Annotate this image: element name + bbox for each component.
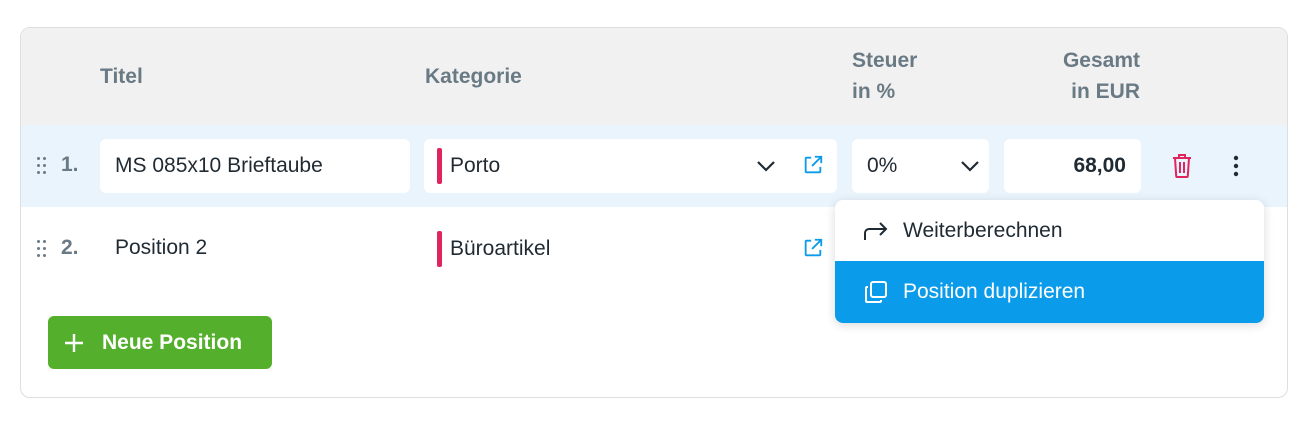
total-input[interactable]: 68,00 xyxy=(1004,139,1141,193)
menu-item-forward[interactable]: Weiterberechnen xyxy=(835,200,1264,262)
menu-item-label: Weiterberechnen xyxy=(903,219,1063,242)
row-index: 2. xyxy=(61,236,79,259)
category-select[interactable]: Porto xyxy=(424,139,837,193)
title-value: MS 085x10 Brieftaube xyxy=(115,154,323,177)
chevron-down-icon xyxy=(757,161,775,172)
column-header-title: Titel xyxy=(100,65,143,88)
trash-icon[interactable] xyxy=(1171,153,1193,179)
add-position-label: Neue Position xyxy=(102,330,243,354)
table-header: Titel Kategorie Steuer in % Gesamt in EU… xyxy=(21,28,1287,125)
more-options-icon[interactable] xyxy=(1231,154,1241,178)
menu-item-duplicate[interactable]: Position duplizieren xyxy=(835,261,1264,323)
category-select[interactable]: Büroartikel xyxy=(437,231,550,267)
duplicate-icon xyxy=(865,281,887,303)
chevron-down-icon xyxy=(961,161,979,172)
category-value: Büroartikel xyxy=(450,237,551,260)
tax-value: 0% xyxy=(867,154,898,177)
drag-handle-icon[interactable] xyxy=(37,157,47,175)
plus-icon xyxy=(65,333,83,352)
table-row: 1. MS 085x10 Brieftaube Porto 0% 68,00 xyxy=(21,125,1287,207)
title-value[interactable]: Position 2 xyxy=(115,236,207,260)
category-color-marker xyxy=(437,231,442,267)
row-index: 1. xyxy=(61,153,79,176)
total-label: Gesamt xyxy=(1062,49,1140,72)
category-color-marker xyxy=(437,148,442,184)
column-header-total: Gesamt in EUR xyxy=(1001,45,1140,107)
tax-unit: in % xyxy=(852,80,896,103)
drag-handle-icon[interactable] xyxy=(37,240,47,258)
add-position-button[interactable]: Neue Position xyxy=(48,316,272,369)
category-value: Porto xyxy=(450,154,501,177)
row-context-menu: Weiterberechnen Position duplizieren xyxy=(835,200,1264,323)
column-header-category: Kategorie xyxy=(425,65,522,88)
menu-item-label: Position duplizieren xyxy=(903,280,1086,303)
tax-label: Steuer xyxy=(852,49,918,72)
external-link-icon[interactable] xyxy=(802,237,824,259)
forward-arrow-icon xyxy=(864,222,888,240)
total-unit: in EUR xyxy=(1071,80,1140,103)
external-link-icon[interactable] xyxy=(802,154,824,176)
total-value: 68,00 xyxy=(1073,154,1126,177)
title-input[interactable]: MS 085x10 Brieftaube xyxy=(100,139,410,193)
tax-select[interactable]: 0% xyxy=(852,139,989,193)
column-header-tax: Steuer in % xyxy=(852,45,917,107)
